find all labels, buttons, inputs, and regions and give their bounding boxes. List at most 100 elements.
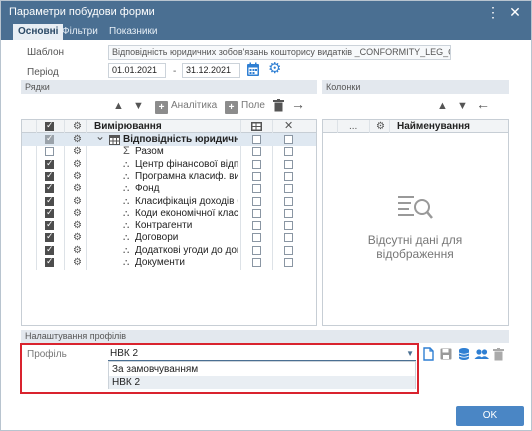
- row-column-checkbox[interactable]: [252, 208, 261, 218]
- table-row[interactable]: ⚙ ⛬ Коди економічної класиф: [22, 207, 316, 220]
- table-row[interactable]: ⚙ ⛬ Класифікація доходів бюд: [22, 195, 316, 208]
- row-checkbox[interactable]: [45, 182, 54, 194]
- row-gear-icon[interactable]: ⚙: [73, 195, 82, 208]
- empty-state-line1: Відсутні дані для: [367, 233, 463, 247]
- table-row[interactable]: ⚙ ⛬ Документи: [22, 256, 316, 269]
- tab-main[interactable]: Основні: [13, 24, 64, 40]
- expand-chevron-icon[interactable]: ⌄: [95, 130, 105, 143]
- row-checkbox[interactable]: [45, 231, 54, 243]
- profile-select[interactable]: НВК 2 ▼: [108, 347, 416, 361]
- row-checkbox[interactable]: [45, 219, 54, 231]
- row-gear-icon[interactable]: ⚙: [73, 244, 82, 257]
- move-up-icon[interactable]: ▲: [113, 98, 124, 114]
- row-label: Документи: [135, 257, 185, 268]
- row-column-checkbox[interactable]: [252, 135, 261, 144]
- row-label: Відповідність юридичних зо: [123, 134, 238, 145]
- hierarchy-icon: ⛬: [123, 232, 130, 243]
- profile-option[interactable]: НВК 2: [109, 376, 415, 389]
- row-exclude-checkbox[interactable]: [284, 233, 293, 243]
- move-down-icon[interactable]: ▼: [133, 98, 144, 114]
- row-exclude-checkbox[interactable]: [284, 159, 293, 169]
- row-exclude-checkbox[interactable]: [284, 196, 293, 206]
- table-row[interactable]: ⚙ ⛬ Програмна класиф. видат: [22, 170, 316, 183]
- profile-option[interactable]: За замовчуванням: [109, 363, 415, 376]
- row-column-checkbox[interactable]: [252, 147, 261, 157]
- add-analytics-button[interactable]: + Аналітика: [155, 97, 217, 114]
- row-gear-icon[interactable]: ⚙: [73, 256, 82, 269]
- row-gear-icon[interactable]: ⚙: [73, 133, 82, 146]
- row-exclude-checkbox[interactable]: [284, 171, 293, 181]
- row-exclude-checkbox[interactable]: [284, 258, 293, 267]
- period-settings-gear-icon[interactable]: ⚙: [268, 60, 281, 78]
- columns-move-down-icon[interactable]: ▼: [457, 98, 468, 114]
- rows-section-header: Рядки: [21, 80, 317, 94]
- row-column-checkbox[interactable]: [252, 233, 261, 243]
- database-icon[interactable]: [458, 347, 470, 361]
- row-column-checkbox[interactable]: [252, 221, 261, 231]
- row-gear-icon[interactable]: ⚙: [73, 145, 82, 158]
- tab-bar: Основні Фільтри Показники: [1, 23, 531, 40]
- row-column-checkbox[interactable]: [252, 159, 261, 169]
- col-dots-header: ...: [349, 121, 358, 132]
- row-exclude-checkbox[interactable]: [284, 135, 293, 144]
- table-row[interactable]: ⚙ ⛬ Контрагенти: [22, 219, 316, 232]
- row-label: Контрагенти: [135, 220, 193, 232]
- row-checkbox[interactable]: [45, 170, 54, 181]
- row-gear-icon[interactable]: ⚙: [73, 219, 82, 232]
- close-icon[interactable]: ✕: [507, 3, 523, 21]
- table-row[interactable]: ⚙ ⌄ Відповідність юридичних зо: [22, 130, 316, 146]
- row-exclude-checkbox[interactable]: [284, 221, 293, 231]
- header-gear-icon[interactable]: ⚙: [73, 120, 82, 133]
- row-gear-icon[interactable]: ⚙: [73, 231, 82, 244]
- delete-profile-icon[interactable]: [493, 347, 504, 361]
- add-field-button[interactable]: + Поле: [225, 97, 265, 114]
- profile-selected-value: НВК 2: [110, 348, 139, 359]
- row-column-checkbox[interactable]: [252, 245, 261, 255]
- columns-toggle-icon[interactable]: [251, 122, 262, 131]
- header-remove-icon[interactable]: ✕: [284, 120, 293, 133]
- calendar-icon[interactable]: [246, 62, 260, 77]
- row-exclude-checkbox[interactable]: [284, 208, 293, 218]
- columns-move-up-icon[interactable]: ▲: [437, 98, 448, 114]
- delete-icon[interactable]: [273, 99, 284, 112]
- ok-button[interactable]: OK: [456, 406, 524, 426]
- tab-indicators[interactable]: Показники: [104, 24, 162, 40]
- table-row[interactable]: ⚙ ⛬ Фонд: [22, 182, 316, 195]
- move-left-arrow-icon[interactable]: ←: [476, 96, 490, 112]
- row-column-checkbox[interactable]: [252, 258, 261, 267]
- row-label: Фонд: [135, 183, 160, 195]
- row-checkbox[interactable]: [45, 244, 54, 255]
- row-checkbox[interactable]: [45, 195, 54, 206]
- row-checkbox[interactable]: [45, 207, 54, 218]
- table-row[interactable]: ⚙ ⛬ Центр фінансової відпові: [22, 158, 316, 171]
- row-gear-icon[interactable]: ⚙: [73, 207, 82, 220]
- table-row[interactable]: ⚙ ⛬ Додаткові угоди до догов: [22, 244, 316, 257]
- users-icon[interactable]: [474, 347, 489, 361]
- columns-header-gear-icon[interactable]: ⚙: [376, 120, 385, 133]
- row-gear-icon[interactable]: ⚙: [73, 170, 82, 183]
- new-document-icon[interactable]: [423, 347, 434, 361]
- table-row[interactable]: ⚙ ⛬ Договори: [22, 231, 316, 244]
- row-column-checkbox[interactable]: [252, 196, 261, 206]
- save-icon[interactable]: [440, 347, 452, 361]
- select-all-checkbox[interactable]: [45, 120, 54, 131]
- row-checkbox[interactable]: [45, 158, 54, 169]
- row-checkbox[interactable]: [45, 133, 54, 144]
- table-row[interactable]: ⚙ Σ Разом: [22, 145, 316, 158]
- row-checkbox[interactable]: [45, 256, 54, 267]
- row-checkbox[interactable]: [45, 147, 54, 157]
- move-right-arrow-icon[interactable]: →: [291, 96, 305, 112]
- row-gear-icon[interactable]: ⚙: [73, 182, 82, 195]
- more-options-icon[interactable]: ⋮: [485, 3, 501, 21]
- row-label: Договори: [135, 232, 179, 244]
- row-exclude-checkbox[interactable]: [284, 245, 293, 255]
- tab-filters[interactable]: Фільтри: [57, 24, 103, 40]
- date-to-input[interactable]: 31.12.2021: [182, 63, 240, 78]
- row-column-checkbox[interactable]: [252, 184, 261, 194]
- row-column-checkbox[interactable]: [252, 171, 261, 181]
- row-exclude-checkbox[interactable]: [284, 147, 293, 157]
- date-from-input[interactable]: 01.01.2021: [108, 63, 166, 78]
- row-gear-icon[interactable]: ⚙: [73, 158, 82, 171]
- hierarchy-icon: ⛬: [123, 257, 130, 267]
- row-exclude-checkbox[interactable]: [284, 184, 293, 194]
